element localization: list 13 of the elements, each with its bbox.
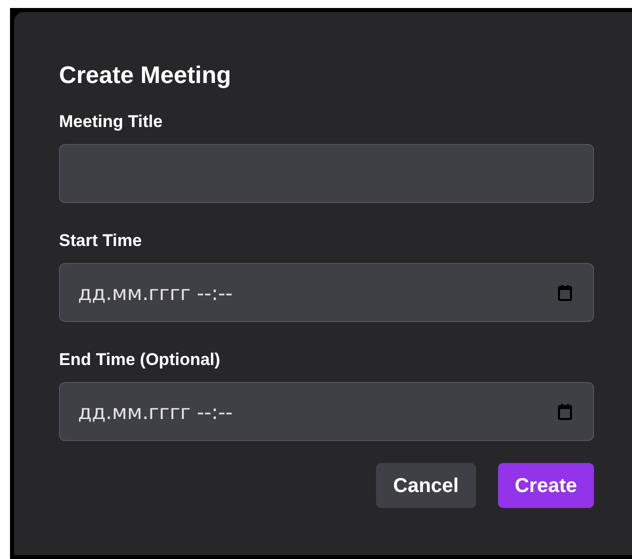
cancel-button[interactable]: Cancel [376,463,476,508]
calendar-icon[interactable] [557,284,573,302]
text-field[interactable] [59,144,594,203]
datetime-field[interactable]: дд.мм.гггг --:-- [59,382,594,441]
datetime-field[interactable]: дд.мм.гггг --:-- [59,263,594,322]
create-button[interactable]: Create [498,463,594,508]
field-label: Meeting Title [59,112,163,132]
field-label: Start Time [59,231,142,251]
field-placeholder: дд.мм.гггг --:-- [78,280,233,306]
field-label: End Time (Optional) [59,350,220,370]
dialog-title: Create Meeting [59,62,232,90]
calendar-icon[interactable] [557,402,573,420]
field-placeholder: дд.мм.гггг --:-- [78,398,233,426]
